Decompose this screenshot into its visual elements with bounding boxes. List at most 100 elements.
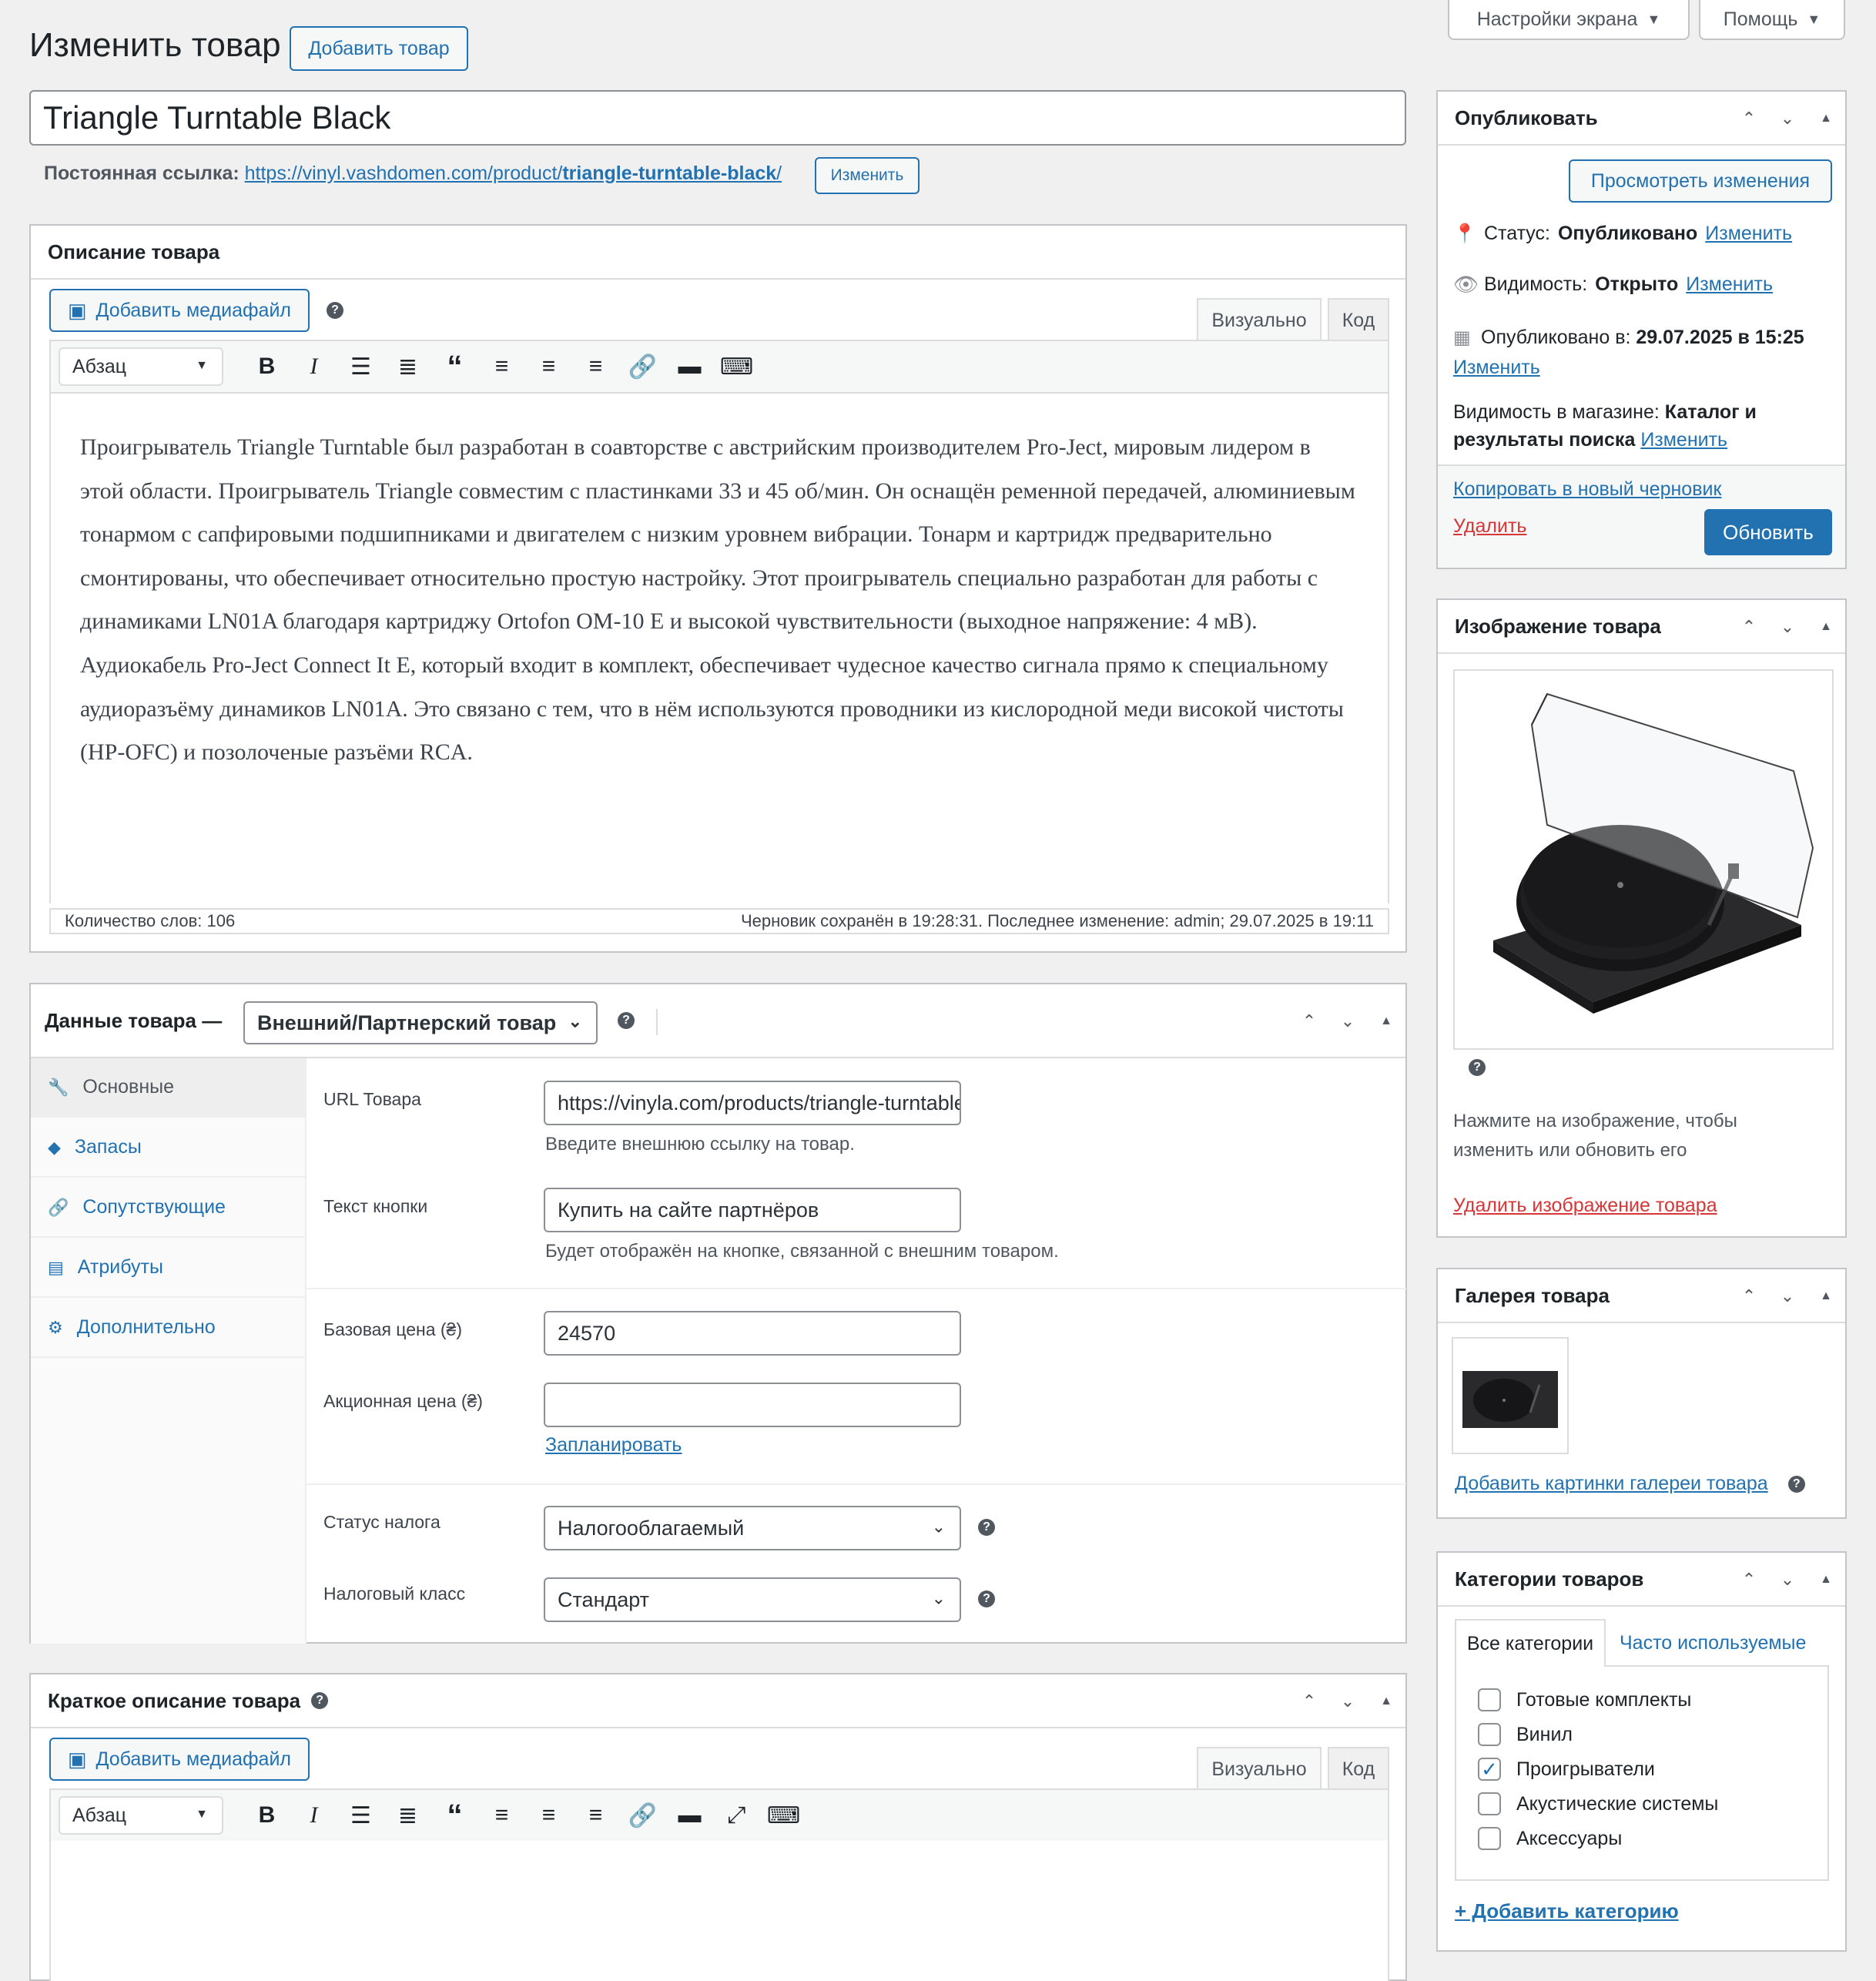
- align-left-icon[interactable]: ≡: [478, 347, 525, 386]
- move-up-icon[interactable]: ⌃: [1730, 1286, 1768, 1306]
- permalink-link[interactable]: https://vinyl.vashdomen.com/product/tria…: [245, 163, 782, 184]
- tab-visual[interactable]: Визуально: [1197, 1747, 1322, 1790]
- help-icon[interactable]: ?: [1469, 1059, 1486, 1076]
- product-url-input[interactable]: https://vinyla.com/products/triangle-tur…: [544, 1081, 961, 1125]
- align-center-icon[interactable]: ≡: [525, 1796, 572, 1835]
- numbered-list-icon[interactable]: ≣: [384, 1796, 431, 1835]
- read-more-icon[interactable]: ▬: [666, 347, 713, 386]
- tab-popular-categories[interactable]: Часто используемые: [1620, 1619, 1806, 1667]
- tab-code[interactable]: Код: [1328, 1747, 1389, 1790]
- category-checkbox[interactable]: [1478, 1688, 1501, 1711]
- move-down-icon[interactable]: ⌄: [1768, 109, 1807, 129]
- category-checkbox-checked[interactable]: ✓: [1478, 1758, 1501, 1781]
- schedule-link[interactable]: Запланировать: [545, 1434, 682, 1456]
- tax-status-select[interactable]: Налогооблагаемый ⌄: [544, 1506, 961, 1550]
- sale-price-input[interactable]: [544, 1383, 961, 1427]
- category-item[interactable]: Винил: [1478, 1723, 1573, 1746]
- toggle-icon[interactable]: ▲: [1807, 112, 1845, 126]
- tab-code[interactable]: Код: [1328, 298, 1389, 341]
- align-right-icon[interactable]: ≡: [572, 347, 619, 386]
- toggle-icon[interactable]: ▲: [1367, 1694, 1405, 1708]
- tab-all-categories[interactable]: Все категории: [1455, 1619, 1606, 1667]
- category-checkbox[interactable]: [1478, 1723, 1501, 1746]
- help-icon[interactable]: ?: [978, 1519, 995, 1536]
- button-text-input[interactable]: Купить на сайте партнёров: [544, 1188, 961, 1232]
- bold-icon[interactable]: B: [243, 347, 290, 386]
- add-product-button[interactable]: Добавить товар: [290, 26, 468, 71]
- move-up-icon[interactable]: ⌃: [1730, 109, 1768, 129]
- category-checkbox[interactable]: [1478, 1827, 1501, 1850]
- published-edit-link[interactable]: Изменить: [1453, 357, 1540, 378]
- category-item[interactable]: Готовые комплекты: [1478, 1688, 1691, 1711]
- format-select[interactable]: Абзац ▼: [59, 1796, 223, 1835]
- editor-content[interactable]: Проигрыватель Triangle Turntable был раз…: [49, 392, 1389, 903]
- move-up-icon[interactable]: ⌃: [1290, 1691, 1328, 1711]
- bullet-list-icon[interactable]: ☰: [337, 347, 384, 386]
- move-down-icon[interactable]: ⌄: [1768, 1286, 1807, 1306]
- help-icon[interactable]: ?: [311, 1692, 329, 1709]
- link-icon[interactable]: 🔗: [619, 347, 666, 386]
- category-checkbox[interactable]: [1478, 1792, 1501, 1815]
- move-down-icon[interactable]: ⌄: [1328, 1011, 1367, 1031]
- align-center-icon[interactable]: ≡: [525, 347, 572, 386]
- tab-general[interactable]: 🔧 Основные: [31, 1058, 305, 1118]
- screen-options-tab[interactable]: Настройки экрана ▼: [1448, 0, 1690, 40]
- toolbar-toggle-icon[interactable]: ⌨: [760, 1796, 807, 1835]
- bullet-list-icon[interactable]: ☰: [337, 1796, 384, 1835]
- tax-class-select[interactable]: Стандарт ⌄: [544, 1577, 961, 1622]
- fullscreen-icon[interactable]: ⤢: [713, 1796, 760, 1835]
- permalink-edit-button[interactable]: Изменить: [815, 157, 920, 194]
- italic-icon[interactable]: I: [290, 347, 337, 386]
- preview-changes-button[interactable]: Просмотреть изменения: [1569, 159, 1832, 203]
- visibility-edit-link[interactable]: Изменить: [1686, 273, 1773, 296]
- product-image[interactable]: [1453, 669, 1834, 1050]
- status-edit-link[interactable]: Изменить: [1705, 223, 1792, 245]
- product-type-select[interactable]: Внешний/Партнерский товар ⌄: [243, 1001, 598, 1044]
- catalog-visibility-edit-link[interactable]: Изменить: [1640, 429, 1727, 451]
- toolbar-toggle-icon[interactable]: ⌨: [713, 347, 760, 386]
- blockquote-icon[interactable]: “: [431, 347, 478, 386]
- product-title-input[interactable]: Triangle Turntable Black: [29, 90, 1406, 146]
- add-gallery-images-link[interactable]: Добавить картинки галереи товара: [1455, 1473, 1768, 1495]
- move-up-icon[interactable]: ⌃: [1730, 1570, 1768, 1590]
- align-left-icon[interactable]: ≡: [478, 1796, 525, 1835]
- tab-linked[interactable]: 🔗 Сопутствующие: [31, 1178, 305, 1238]
- category-item[interactable]: ✓ Проигрыватели: [1478, 1758, 1655, 1781]
- toggle-icon[interactable]: ▲: [1807, 1289, 1845, 1303]
- help-icon[interactable]: ?: [618, 1012, 635, 1029]
- help-icon[interactable]: ?: [1787, 1475, 1805, 1493]
- italic-icon[interactable]: I: [290, 1796, 337, 1835]
- tab-advanced[interactable]: ⚙ Дополнительно: [31, 1299, 305, 1358]
- tab-inventory[interactable]: ◆ Запасы: [31, 1118, 305, 1178]
- remove-image-link[interactable]: Удалить изображение товара: [1453, 1195, 1717, 1217]
- tab-visual[interactable]: Визуально: [1197, 298, 1322, 341]
- bold-icon[interactable]: B: [243, 1796, 290, 1835]
- toggle-icon[interactable]: ▲: [1807, 1573, 1845, 1587]
- add-media-button[interactable]: ▣ Добавить медиафайл: [49, 1738, 310, 1781]
- category-item[interactable]: Аксессуары: [1478, 1827, 1622, 1850]
- help-tab[interactable]: Помощь ▼: [1699, 0, 1845, 40]
- category-item[interactable]: Акустические системы: [1478, 1792, 1718, 1815]
- regular-price-input[interactable]: 24570: [544, 1311, 961, 1356]
- numbered-list-icon[interactable]: ≣: [384, 347, 431, 386]
- move-down-icon[interactable]: ⌄: [1768, 1570, 1807, 1590]
- move-down-icon[interactable]: ⌄: [1768, 617, 1807, 637]
- toggle-icon[interactable]: ▲: [1807, 620, 1845, 634]
- move-up-icon[interactable]: ⌃: [1730, 617, 1768, 637]
- add-category-link[interactable]: + Добавить категорию: [1455, 1899, 1679, 1923]
- gallery-thumbnail[interactable]: [1452, 1337, 1569, 1454]
- help-icon[interactable]: ?: [327, 302, 343, 319]
- help-icon[interactable]: ?: [978, 1590, 995, 1607]
- move-up-icon[interactable]: ⌃: [1290, 1011, 1328, 1031]
- add-media-button[interactable]: ▣ Добавить медиафайл: [49, 289, 310, 332]
- format-select[interactable]: Абзац ▼: [59, 347, 223, 386]
- delete-link[interactable]: Удалить: [1453, 515, 1526, 538]
- update-button[interactable]: Обновить: [1704, 509, 1832, 555]
- align-right-icon[interactable]: ≡: [572, 1796, 619, 1835]
- tab-attributes[interactable]: ▤ Атрибуты: [31, 1239, 305, 1298]
- move-down-icon[interactable]: ⌄: [1328, 1691, 1367, 1711]
- link-icon[interactable]: 🔗: [619, 1796, 666, 1835]
- blockquote-icon[interactable]: “: [431, 1796, 478, 1835]
- short-editor-content[interactable]: [49, 1841, 1389, 1981]
- copy-to-draft-link[interactable]: Копировать в новый черновик: [1453, 478, 1721, 501]
